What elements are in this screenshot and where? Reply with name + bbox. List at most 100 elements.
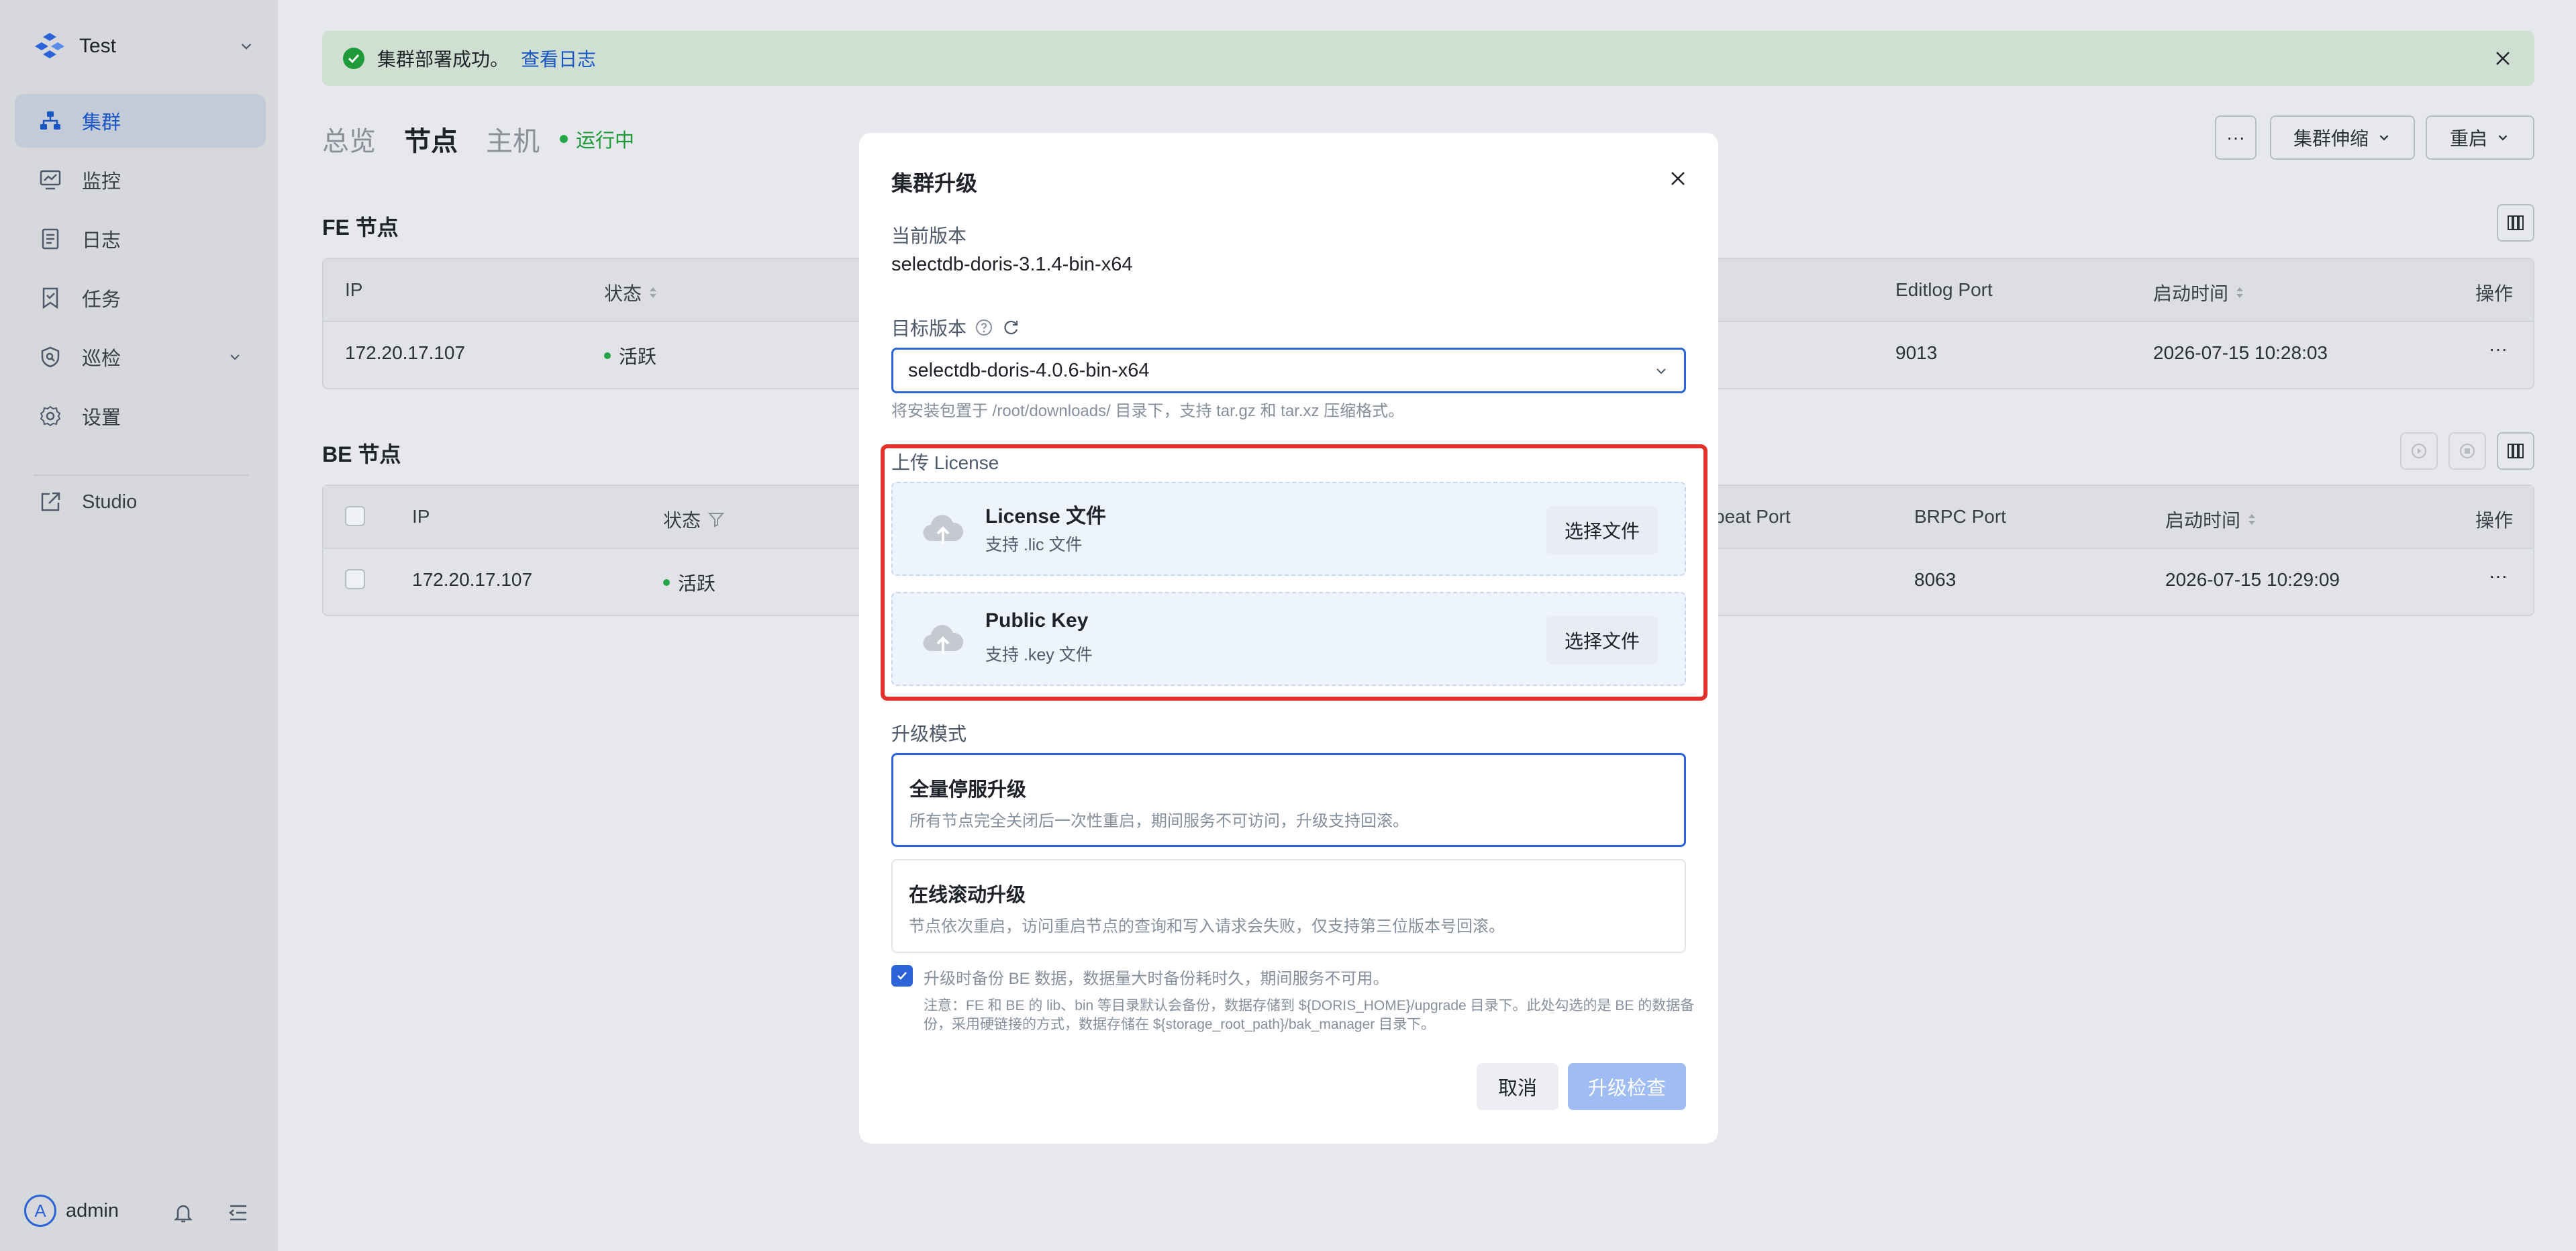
tab-overview[interactable]: 总览 — [322, 119, 376, 158]
public-key-upload[interactable]: Public Key 支持 .key 文件 选择文件 — [891, 592, 1686, 686]
fe-section-title: FE 节点 — [322, 215, 399, 240]
inspection-icon — [41, 346, 60, 368]
tab-nodes[interactable]: 节点 — [404, 119, 458, 158]
collapse-sidebar-icon[interactable] — [227, 1201, 250, 1224]
col-ip: IP — [345, 279, 363, 300]
col-status[interactable]: 状态 — [663, 506, 725, 533]
tab-hosts[interactable]: 主机 — [486, 119, 540, 158]
public-key-sub: 支持 .key 文件 — [985, 646, 1093, 664]
stop-node-button[interactable] — [2448, 432, 2486, 470]
nav-item-monitor[interactable]: 监控 — [15, 153, 266, 207]
stop-circle-icon — [2460, 444, 2475, 458]
cluster-icon — [40, 111, 60, 130]
sort-icon — [2236, 287, 2244, 298]
cell-start-time: 2026-07-15 10:28:03 — [2153, 342, 2328, 363]
org-switcher[interactable]: Test — [34, 30, 255, 63]
target-version-row: 目标版本 — [891, 314, 1020, 341]
mode-full-title: 全量停服升级 — [909, 779, 1027, 801]
success-check-icon — [343, 48, 364, 69]
more-button[interactable]: ··· — [2215, 115, 2257, 160]
status-text: 活跃 — [619, 346, 657, 367]
package-hint: 将安装包置于 /root/downloads/ 目录下，支持 tar.gz 和 … — [891, 402, 1405, 420]
upgrade-check-button[interactable]: 升级检查 — [1568, 1063, 1686, 1110]
nav-label: 集群 — [82, 112, 121, 134]
select-all-checkbox[interactable] — [345, 506, 365, 526]
choose-license-button[interactable]: 选择文件 — [1546, 506, 1658, 554]
refresh-icon[interactable] — [1001, 318, 1020, 337]
cloud-upload-icon — [923, 515, 964, 544]
filter-icon — [707, 513, 725, 528]
cancel-button[interactable]: 取消 — [1477, 1063, 1558, 1110]
restart-label: 重启 — [2449, 128, 2487, 149]
backup-label: 升级时备份 BE 数据，数据量大时备份耗时久，期间服务不可用。 — [924, 970, 1389, 988]
question-circle-icon[interactable] — [975, 318, 993, 337]
col-start-time[interactable]: 启动时间 — [2165, 506, 2258, 533]
close-icon[interactable] — [2491, 47, 2514, 70]
mode-full-desc: 所有节点完全关闭后一次性重启，期间服务不可访问，升级支持回滚。 — [909, 812, 1409, 830]
user-name: admin — [66, 1199, 119, 1221]
start-node-button[interactable] — [2400, 432, 2438, 470]
nav-label: 设置 — [82, 407, 121, 429]
play-circle-icon — [2412, 444, 2426, 458]
cluster-tabs: 总览 节点 主机 运行中 — [322, 119, 634, 158]
backup-note-line-1: 注意：FE 和 BE 的 lib、bin 等目录默认会备份，数据存储到 ${DO… — [924, 998, 1695, 1013]
upgrade-mode-label: 升级模式 — [891, 723, 967, 744]
cluster-scale-button[interactable]: 集群伸缩 — [2270, 115, 2415, 160]
current-version-label: 当前版本 — [891, 226, 967, 246]
column-settings-button[interactable] — [2497, 204, 2534, 242]
nav-item-inspection[interactable]: 巡检 — [15, 330, 266, 384]
user-menu[interactable]: A admin — [24, 1195, 119, 1227]
status-dot — [663, 579, 670, 586]
col-status[interactable]: 状态 — [604, 279, 659, 306]
mode-rolling[interactable]: 在线滚动升级 节点依次重启，访问重启节点的查询和写入请求会失败，仅支持第三位版本… — [891, 859, 1686, 953]
status-dot — [560, 135, 568, 143]
col-start-time[interactable]: 启动时间 — [2153, 279, 2246, 306]
col-editlog-port: Editlog Port — [1895, 279, 1993, 300]
license-title: License 文件 — [985, 505, 1107, 528]
settings-icon — [40, 405, 61, 427]
view-log-link[interactable]: 查看日志 — [521, 45, 596, 72]
nav-label: 任务 — [82, 289, 121, 311]
nav-item-cluster[interactable]: 集群 — [15, 94, 266, 148]
chevron-down-icon — [241, 43, 252, 50]
row-actions-button[interactable]: ··· — [2489, 338, 2508, 360]
nav-label: 监控 — [82, 171, 121, 193]
cell-brpc-port: 8063 — [1914, 569, 1956, 590]
mode-rolling-title: 在线滚动升级 — [909, 885, 1026, 906]
row-checkbox[interactable] — [345, 569, 365, 589]
success-alert: 集群部署成功。 查看日志 — [322, 31, 2534, 86]
sort-icon — [650, 287, 657, 298]
chevron-down-icon — [230, 354, 240, 360]
status-text: 活跃 — [678, 573, 716, 594]
target-version-value: selectdb-doris-4.0.6-bin-x64 — [908, 359, 1150, 381]
row-actions-button[interactable]: ··· — [2489, 565, 2508, 587]
col-status-label: 状态 — [604, 283, 642, 304]
nav-item-studio[interactable]: Studio — [15, 475, 266, 529]
license-upload[interactable]: License 文件 支持 .lic 文件 选择文件 — [891, 482, 1686, 576]
nav-item-task[interactable]: 任务 — [15, 271, 266, 325]
restart-button[interactable]: 重启 — [2426, 115, 2534, 160]
backup-checkbox[interactable] — [891, 965, 913, 987]
choose-public-key-button[interactable]: 选择文件 — [1546, 616, 1658, 664]
mode-full-stop[interactable]: 全量停服升级 所有节点完全关闭后一次性重启，期间服务不可访问，升级支持回滚。 — [891, 753, 1686, 847]
column-settings-button[interactable] — [2497, 432, 2534, 470]
cell-status: 活跃 — [604, 342, 656, 369]
target-version-select[interactable]: selectdb-doris-4.0.6-bin-x64 — [891, 348, 1686, 393]
current-version-value: selectdb-doris-3.1.4-bin-x64 — [891, 254, 1133, 275]
nav-item-log[interactable]: 日志 — [15, 212, 266, 266]
col-brpc-port: BRPC Port — [1914, 506, 2006, 527]
monitor-icon — [40, 170, 61, 190]
cell-start-time: 2026-07-15 10:29:09 — [2165, 569, 2340, 590]
nav-item-settings[interactable]: 设置 — [15, 389, 266, 443]
cell-status: 活跃 — [663, 569, 715, 596]
cell-editlog-port: 9013 — [1895, 342, 1938, 363]
close-icon[interactable] — [1667, 168, 1689, 189]
col-heartbeat-port: beat Port — [1714, 506, 1791, 527]
bell-icon[interactable] — [172, 1201, 195, 1224]
alert-message: 集群部署成功。 — [377, 49, 509, 70]
task-icon — [42, 287, 58, 309]
col-ops: 操作 — [2475, 510, 2514, 531]
sort-icon — [2248, 514, 2256, 525]
sidebar: Test 集群 监控 日志 任务 巡检 设置 Studio A admin — [0, 0, 278, 1251]
be-section-title: BE 节点 — [322, 442, 401, 466]
